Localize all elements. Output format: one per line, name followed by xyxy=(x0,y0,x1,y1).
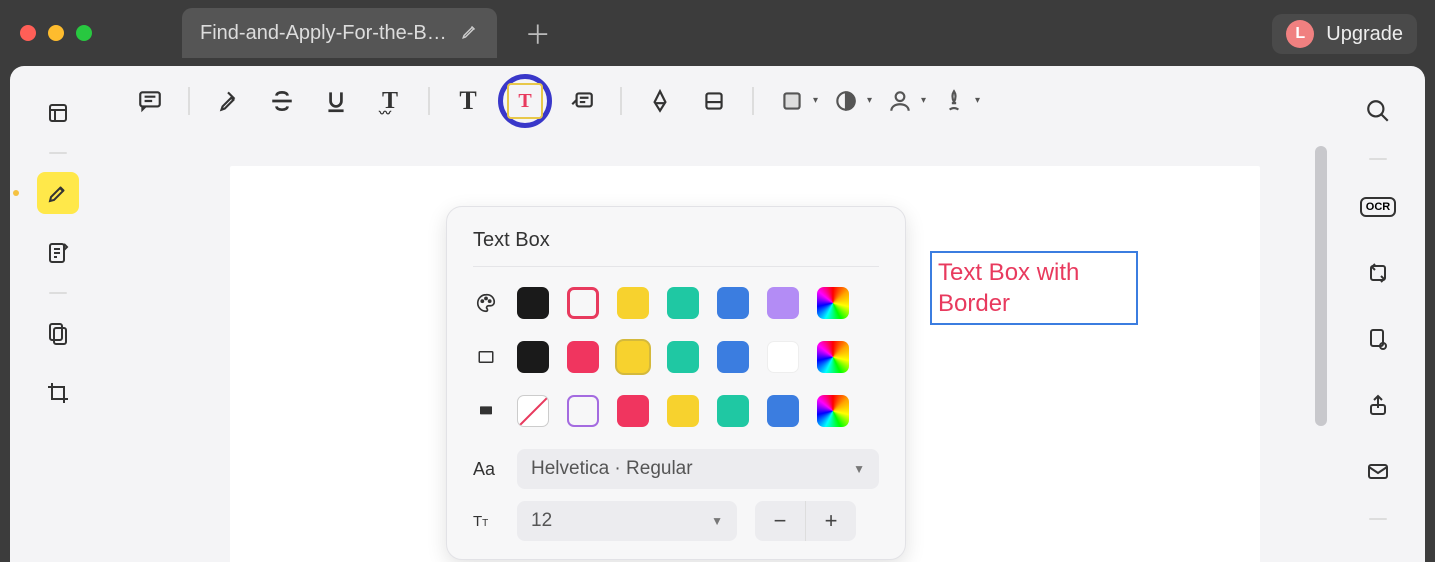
rename-tab-icon[interactable] xyxy=(461,20,479,46)
main-column: T〰 T T xyxy=(106,66,1331,562)
border-color-teal[interactable] xyxy=(667,341,699,373)
rail-divider xyxy=(1369,158,1387,160)
search-button[interactable] xyxy=(1359,92,1397,130)
toolbar-separator xyxy=(188,87,190,115)
fill-color-pink[interactable] xyxy=(617,395,649,427)
border-color-blue[interactable] xyxy=(717,341,749,373)
border-color-yellow-selected[interactable] xyxy=(617,341,649,373)
scrollbar[interactable] xyxy=(1315,146,1327,426)
font-size-row: TT 12 ▼ − + xyxy=(473,501,879,541)
share-button[interactable] xyxy=(1359,386,1397,424)
border-color-row xyxy=(473,341,879,373)
border-color-white[interactable] xyxy=(767,341,799,373)
app-frame: T〰 T T xyxy=(10,66,1425,562)
text-color-row xyxy=(473,287,879,319)
text-color-blue[interactable] xyxy=(717,287,749,319)
toolbar-separator xyxy=(620,87,622,115)
document-tab[interactable]: Find-and-Apply-For-the-B… xyxy=(182,8,497,58)
font-icon: Aa xyxy=(473,459,499,480)
font-size-increase-button[interactable]: + xyxy=(806,501,856,541)
close-window-button[interactable] xyxy=(20,25,36,41)
chevron-down-icon: ▼ xyxy=(711,514,723,528)
rail-divider xyxy=(49,292,67,294)
pencil-button[interactable] xyxy=(636,77,684,125)
text-box-sample[interactable]: Text Box with Border xyxy=(930,251,1138,325)
fill-color-yellow[interactable] xyxy=(667,395,699,427)
user-avatar: L xyxy=(1286,20,1314,48)
text-color-custom[interactable] xyxy=(817,287,849,319)
highlight-button[interactable] xyxy=(204,77,252,125)
text-color-black[interactable] xyxy=(517,287,549,319)
toolbar-separator xyxy=(752,87,754,115)
border-color-custom[interactable] xyxy=(817,341,849,373)
font-size-decrease-button[interactable]: − xyxy=(755,501,805,541)
text-button[interactable]: T xyxy=(444,77,492,125)
crop-tool[interactable] xyxy=(37,372,79,414)
font-size-stepper: − + xyxy=(755,501,856,541)
text-box-button[interactable]: T xyxy=(498,74,552,128)
palette-icon xyxy=(473,291,499,315)
titlebar: Find-and-Apply-For-the-B… ＋ L Upgrade xyxy=(0,0,1435,66)
underline-button[interactable] xyxy=(312,77,360,125)
maximize-window-button[interactable] xyxy=(76,25,92,41)
border-color-black[interactable] xyxy=(517,341,549,373)
text-color-teal[interactable] xyxy=(667,287,699,319)
author-dropdown-button[interactable] xyxy=(876,77,924,125)
text-box-popover: Text Box xyxy=(446,206,906,560)
ocr-button[interactable]: OCR xyxy=(1359,188,1397,226)
thumbnails-tool[interactable] xyxy=(37,92,79,134)
strikethrough-button[interactable] xyxy=(258,77,306,125)
fill-color-teal[interactable] xyxy=(717,395,749,427)
left-rail xyxy=(10,66,106,562)
right-rail: OCR xyxy=(1331,66,1425,562)
font-row: Aa Helvetica · Regular ▼ xyxy=(473,449,879,489)
callout-button[interactable] xyxy=(558,77,606,125)
font-select[interactable]: Helvetica · Regular ▼ xyxy=(517,449,879,489)
highlight-tool[interactable] xyxy=(37,172,79,214)
upgrade-pill[interactable]: L Upgrade xyxy=(1272,14,1417,54)
canvas-area[interactable]: Text Box with Border Text Box xyxy=(106,136,1331,562)
popover-title: Text Box xyxy=(473,229,879,267)
chevron-down-icon: ▼ xyxy=(853,462,865,476)
rail-divider xyxy=(49,152,67,154)
eraser-button[interactable] xyxy=(690,77,738,125)
fill-color-blue[interactable] xyxy=(767,395,799,427)
rail-divider xyxy=(1369,518,1387,520)
rotate-button[interactable] xyxy=(1359,254,1397,292)
redact-tool[interactable] xyxy=(37,312,79,354)
shape-dropdown-button[interactable] xyxy=(768,77,816,125)
annotate-tool[interactable] xyxy=(37,232,79,274)
border-color-pink[interactable] xyxy=(567,341,599,373)
rect-fill-icon xyxy=(473,399,499,423)
text-color-pink-selected[interactable] xyxy=(567,287,599,319)
rect-outline-icon xyxy=(473,345,499,369)
toolbar: T〰 T T xyxy=(106,66,1331,136)
upgrade-label: Upgrade xyxy=(1326,23,1403,46)
font-size-icon: TT xyxy=(473,513,499,530)
fill-color-row xyxy=(473,395,879,427)
signature-dropdown-button[interactable] xyxy=(930,77,978,125)
comment-button[interactable] xyxy=(126,77,174,125)
fill-color-custom[interactable] xyxy=(817,395,849,427)
lock-button[interactable] xyxy=(1359,320,1397,358)
opacity-dropdown-button[interactable] xyxy=(822,77,870,125)
minimize-window-button[interactable] xyxy=(48,25,64,41)
tab-title: Find-and-Apply-For-the-B… xyxy=(200,22,447,45)
add-tab-button[interactable]: ＋ xyxy=(525,15,551,52)
font-size-select[interactable]: 12 ▼ xyxy=(517,501,737,541)
text-color-purple[interactable] xyxy=(767,287,799,319)
fill-color-none[interactable] xyxy=(517,395,549,427)
toolbar-separator xyxy=(428,87,430,115)
font-select-value: Helvetica · Regular xyxy=(531,458,693,480)
text-color-yellow[interactable] xyxy=(617,287,649,319)
squiggly-button[interactable]: T〰 xyxy=(366,77,414,125)
fill-color-selected[interactable] xyxy=(567,395,599,427)
window-controls xyxy=(20,25,92,41)
font-size-value: 12 xyxy=(531,510,552,532)
mail-button[interactable] xyxy=(1359,452,1397,490)
